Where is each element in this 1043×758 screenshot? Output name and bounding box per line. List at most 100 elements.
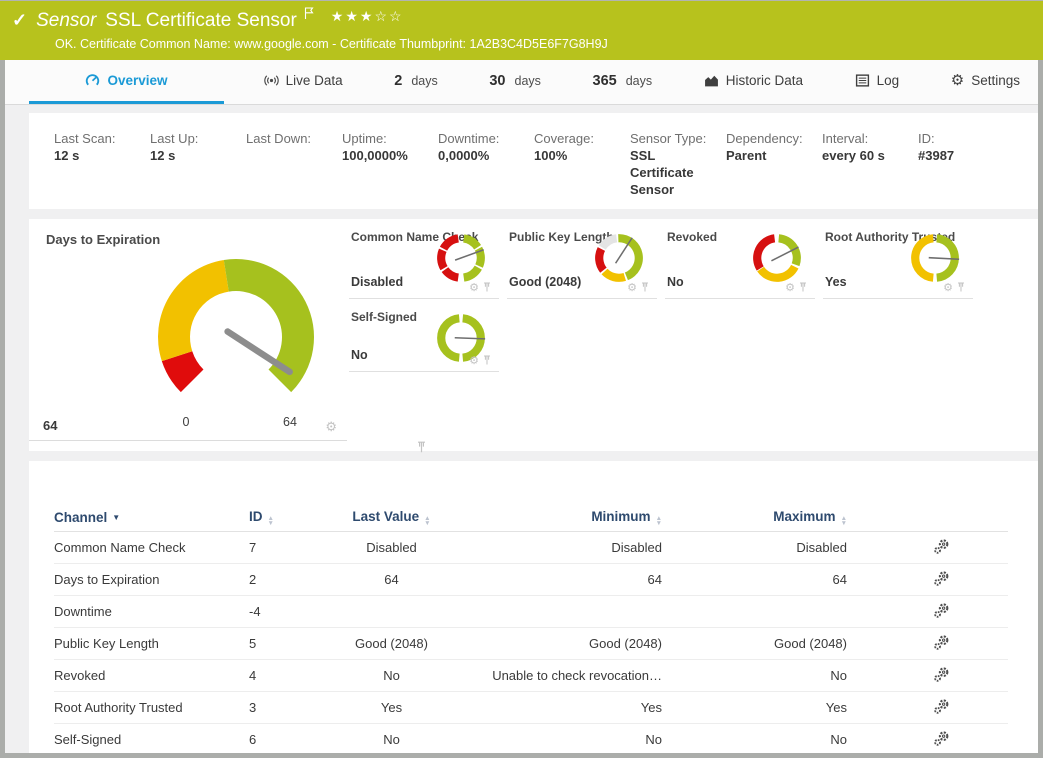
- gauge-current-value: 64: [43, 418, 57, 433]
- column-header-channel[interactable]: Channel▼: [54, 510, 249, 525]
- days-to-expiration-gauge-arc: [121, 241, 351, 409]
- column-header-last-value[interactable]: Last Value▲▼: [309, 509, 474, 526]
- info-downtime: Downtime:0,0000%: [438, 130, 534, 209]
- tab-30-days[interactable]: 30 days: [477, 60, 553, 104]
- gauge-pin-icon[interactable]: [957, 282, 965, 293]
- info-last-up: Last Up:12 s: [150, 130, 246, 209]
- info-dependency: Dependency:Parent: [726, 130, 822, 209]
- tab-historic-data[interactable]: Historic Data: [692, 60, 815, 104]
- gauge-pin-icon[interactable]: [799, 282, 807, 293]
- channel-last-value: Yes: [309, 700, 474, 715]
- channels-panel: Channel▼ ID▲▼ Last Value▲▼ Minimum▲▼ Max…: [29, 461, 1038, 753]
- channel-id: 4: [249, 668, 309, 683]
- common-name-check-gauge: [433, 230, 489, 286]
- sort-arrows-icon: ▲▼: [841, 516, 847, 526]
- channel-settings-gears-icon[interactable]: [933, 666, 950, 686]
- channel-last-value: Good (2048): [309, 636, 474, 651]
- status-message: OK. Certificate Common Name: www.google.…: [55, 37, 1043, 51]
- tab-bar: Overview Live Data 2 days 30 days 365 da…: [5, 60, 1038, 105]
- column-header-id[interactable]: ID▲▼: [249, 509, 309, 526]
- gear-icon: ⚙: [951, 74, 964, 88]
- gauge-root-authority-trusted[interactable]: Root Authority Trusted Yes ⚙: [823, 219, 973, 299]
- bar-chart-icon: [704, 73, 719, 88]
- tab-live-data[interactable]: Live Data: [252, 60, 355, 104]
- channel-last-value: Disabled: [309, 540, 474, 555]
- window-frame: Overview Live Data 2 days 30 days 365 da…: [0, 60, 1043, 758]
- channel-id: 2: [249, 572, 309, 587]
- info-coverage: Coverage:100%: [534, 130, 630, 209]
- tab-log[interactable]: Log: [843, 60, 912, 104]
- channel-minimum: Good (2048): [474, 636, 662, 651]
- gauge-gear-icon[interactable]: ⚙: [469, 354, 479, 367]
- channel-maximum: No: [662, 668, 847, 683]
- channel-table-row: Downtime -4: [54, 596, 1008, 628]
- priority-flag-icon[interactable]: [304, 7, 315, 25]
- channel-last-value: No: [309, 668, 474, 683]
- channel-table-row: Self-Signed 6 No No No: [54, 724, 1008, 753]
- gauge-pin-icon[interactable]: [641, 282, 649, 293]
- gauge-pin-icon[interactable]: [483, 282, 491, 293]
- channel-name[interactable]: Common Name Check: [54, 540, 249, 555]
- channel-maximum: Disabled: [662, 540, 847, 555]
- gauge-public-key-length[interactable]: Public Key Length Good (2048) ⚙: [507, 219, 657, 299]
- column-header-minimum[interactable]: Minimum▲▼: [474, 509, 662, 526]
- sensor-title: SSL Certificate Sensor: [105, 10, 297, 32]
- channel-table-body: Common Name Check 7 Disabled Disabled Di…: [54, 532, 1008, 753]
- tab-365-days[interactable]: 365 days: [581, 60, 665, 104]
- sensor-page: ✓ Sensor SSL Certificate Sensor ★★★☆☆ OK…: [0, 0, 1043, 758]
- gauge-gear-icon[interactable]: ⚙: [785, 281, 795, 294]
- channel-table-row: Root Authority Trusted 3 Yes Yes Yes: [54, 692, 1008, 724]
- sensor-kind-label: Sensor: [36, 10, 96, 32]
- sort-desc-arrow-icon: ▼: [112, 513, 120, 522]
- channel-maximum: Good (2048): [662, 636, 847, 651]
- channel-name[interactable]: Downtime: [54, 604, 249, 619]
- channel-settings-gears-icon[interactable]: [933, 538, 950, 558]
- channel-table-row: Revoked 4 No Unable to check revocation……: [54, 660, 1008, 692]
- info-interval: Interval:every 60 s: [822, 130, 918, 209]
- channel-table-row: Public Key Length 5 Good (2048) Good (20…: [54, 628, 1008, 660]
- gauge-self-signed[interactable]: Self-Signed No ⚙: [349, 299, 499, 372]
- tab-overview[interactable]: Overview: [29, 60, 224, 104]
- channel-name[interactable]: Days to Expiration: [54, 572, 249, 587]
- channel-settings-gears-icon[interactable]: [933, 730, 950, 750]
- info-last-scan: Last Scan:12 s: [54, 130, 150, 209]
- gauge-gear-icon[interactable]: ⚙: [469, 281, 479, 294]
- channel-id: 6: [249, 732, 309, 747]
- channel-settings-gears-icon[interactable]: [933, 602, 950, 622]
- channel-table-row: Days to Expiration 2 64 64 64: [54, 564, 1008, 596]
- channel-minimum: No: [474, 732, 662, 747]
- info-last-down: Last Down:: [246, 130, 342, 209]
- root-authority-trusted-gauge: [907, 230, 963, 286]
- channel-name[interactable]: Public Key Length: [54, 636, 249, 651]
- priority-star-rating[interactable]: ★★★☆☆: [331, 8, 404, 25]
- gauge-revoked[interactable]: Revoked No ⚙: [665, 219, 815, 299]
- channel-name[interactable]: Revoked: [54, 668, 249, 683]
- info-sensor-type: Sensor Type:SSL Certificate Sensor: [630, 130, 726, 209]
- gauge-pin-icon[interactable]: [417, 441, 426, 454]
- channel-minimum: Unable to check revocation…: [474, 668, 662, 683]
- column-header-maximum[interactable]: Maximum▲▼: [662, 509, 847, 526]
- live-data-icon: [264, 73, 279, 88]
- tab-2-days[interactable]: 2 days: [382, 60, 449, 104]
- channel-name[interactable]: Root Authority Trusted: [54, 700, 249, 715]
- gauge-value: Disabled: [351, 275, 403, 289]
- channel-settings-gears-icon[interactable]: [933, 634, 950, 654]
- gauge-value: Good (2048): [509, 275, 581, 289]
- status-ok-check-icon: ✓: [12, 10, 27, 31]
- gauge-gear-icon[interactable]: ⚙: [325, 419, 337, 435]
- gauges-panel: Days to Expiration 0 64 64 ⚙ Common Name…: [29, 219, 1038, 451]
- gauge-common-name-check[interactable]: Common Name Check Disabled ⚙: [349, 219, 499, 299]
- gauge-gear-icon[interactable]: ⚙: [627, 281, 637, 294]
- channel-settings-gears-icon[interactable]: [933, 698, 950, 718]
- sort-arrows-icon: ▲▼: [268, 516, 274, 526]
- info-id: ID:#3987: [918, 130, 1014, 209]
- tab-settings[interactable]: ⚙ Settings: [939, 60, 1032, 104]
- channel-settings-gears-icon[interactable]: [933, 570, 950, 590]
- gauge-days-to-expiration[interactable]: Days to Expiration 0 64 64 ⚙: [29, 219, 347, 441]
- channel-name[interactable]: Self-Signed: [54, 732, 249, 747]
- gauge-pin-icon[interactable]: [483, 355, 491, 366]
- channel-last-value: No: [309, 732, 474, 747]
- gauge-gear-icon[interactable]: ⚙: [943, 281, 953, 294]
- sensor-info-bar: Last Scan:12 s Last Up:12 s Last Down: U…: [29, 113, 1038, 209]
- gauge-value: Yes: [825, 275, 847, 289]
